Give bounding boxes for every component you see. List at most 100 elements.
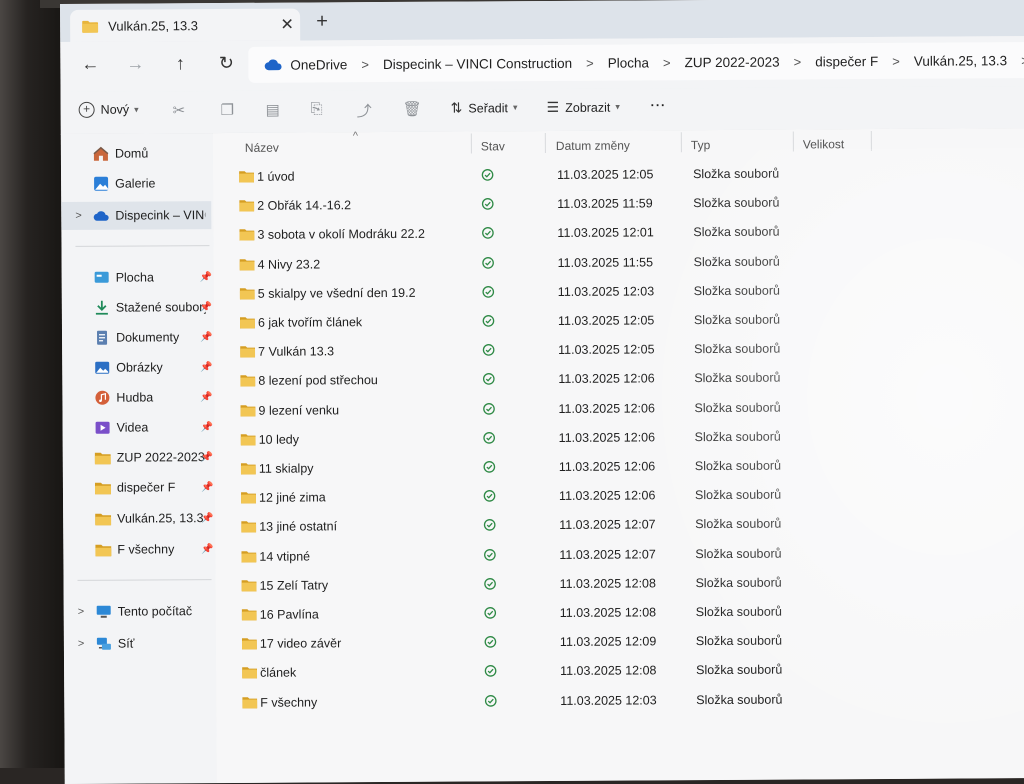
pin-icon[interactable]: 📌 <box>201 452 214 463</box>
address-bar[interactable]: OneDrive > Dispecink – VINCI Constructio… <box>248 41 1024 83</box>
sidebar-item-this-pc[interactable]: > Tento počítač <box>64 597 214 626</box>
cut-icon[interactable]: ✂ <box>173 101 186 119</box>
chevron-right-icon[interactable]: > <box>663 55 671 70</box>
share-icon[interactable]: ⤴ <box>357 100 372 121</box>
column-divider[interactable] <box>792 131 794 152</box>
table-row[interactable]: 10 ledy 11.03.2025 12:06 Složka souborů <box>215 422 835 454</box>
sidebar-item-gallery[interactable]: Galerie <box>61 169 211 198</box>
column-divider[interactable] <box>470 133 472 154</box>
table-row[interactable]: 7 Vulkán 13.3 11.03.2025 12:05 Složka soub… <box>214 334 834 366</box>
sidebar-item-pictures[interactable]: Obrázky 📌 <box>62 353 213 382</box>
file-type: Složka souborů <box>694 458 782 474</box>
home-icon <box>93 146 109 161</box>
chevron-right-icon[interactable]: > <box>794 54 802 69</box>
table-row[interactable]: 14 vtipné 11.03.2025 12:07 Složka souborů <box>215 539 835 571</box>
breadcrumb-onedrive[interactable]: OneDrive <box>290 57 347 72</box>
pin-icon[interactable]: 📌 <box>200 332 213 343</box>
tab-bar: Vulkán.25, 13.3 ✕ + <box>60 0 1024 42</box>
column-header-name[interactable]: Název <box>245 141 279 155</box>
more-options-button[interactable]: ··· <box>651 98 667 112</box>
sidebar-item-desktop[interactable]: Plocha 📌 <box>62 263 212 292</box>
file-type: Složka souborů <box>695 604 782 620</box>
table-row[interactable]: 6 jak tvořím článek 11.03.2025 12:05 Složk… <box>214 305 834 337</box>
breadcrumb-dispecer[interactable]: dispečer F <box>815 54 878 69</box>
tab-current-folder[interactable]: Vulkán.25, 13.3 ✕ <box>70 8 301 42</box>
pin-icon[interactable]: 📌 <box>201 422 214 433</box>
pictures-icon <box>95 361 110 374</box>
chevron-right-icon[interactable]: > <box>586 55 594 70</box>
download-icon <box>95 300 108 315</box>
file-date: 11.03.2025 12:01 <box>557 225 654 241</box>
column-header-date[interactable]: Datum změny <box>556 139 630 153</box>
pin-icon[interactable]: 📌 <box>200 392 213 403</box>
sidebar-item-home[interactable]: Domů <box>61 139 211 168</box>
file-name: 6 jak tvořím článek <box>257 315 363 330</box>
new-button[interactable]: + Nový ▾ <box>78 101 139 118</box>
table-row[interactable]: 2 Obřák 14.-16.2 11.03.2025 11:59 Složka s… <box>213 188 833 220</box>
sync-ok-icon <box>484 694 497 710</box>
table-row[interactable]: F všechny 11.03.2025 12:03 Složka souborů <box>216 685 836 717</box>
sidebar-divider <box>75 245 210 247</box>
column-divider[interactable] <box>544 133 546 154</box>
column-divider[interactable] <box>870 131 872 152</box>
chevron-right-icon[interactable]: > <box>78 638 85 650</box>
pin-icon[interactable]: 📌 <box>201 513 214 524</box>
view-button[interactable]: ☰ Zobrazit ▾ <box>547 99 620 116</box>
sidebar-item-music[interactable]: Hudba 📌 <box>62 383 213 412</box>
breadcrumb-zup[interactable]: ZUP 2022-2023 <box>684 54 779 70</box>
delete-icon[interactable]: 🗑 <box>403 100 422 118</box>
table-row[interactable]: 9 lezení venku 11.03.2025 12:06 Složka sou… <box>214 393 834 425</box>
sort-button[interactable]: ⇅ Seřadit ▾ <box>451 99 518 116</box>
column-header-type[interactable]: Typ <box>691 138 710 152</box>
column-header-size[interactable]: Velikost <box>803 137 844 151</box>
paste-icon[interactable]: ▤ <box>266 101 280 119</box>
sidebar-item-vulkan[interactable]: Vulkán.25, 13.3 📌 <box>63 504 214 533</box>
sidebar-item-downloads[interactable]: Stažené soubory 📌 <box>62 293 212 322</box>
sidebar-item-network[interactable]: > Síť <box>64 629 214 658</box>
breadcrumb-plocha[interactable]: Plocha <box>608 55 649 70</box>
sidebar-item-dispecer[interactable]: dispečer F 📌 <box>63 473 213 502</box>
pin-icon[interactable]: 📌 <box>200 302 213 313</box>
sidebar-item-onedrive[interactable]: > Dispecink – VINCI Construction <box>61 201 212 230</box>
file-date: 11.03.2025 12:05 <box>558 342 655 358</box>
back-button[interactable]: ← <box>78 54 102 75</box>
table-row[interactable]: 3 sobota v okolí Modráku 22.2 11.03.2025 … <box>213 218 833 250</box>
column-header-status[interactable]: Stav <box>481 139 505 153</box>
forward-button[interactable]: → <box>123 53 147 74</box>
table-row[interactable]: 16 Pavlína 11.03.2025 12:08 Složka souborů <box>216 597 836 629</box>
file-name: 17 video závěr <box>259 636 342 651</box>
sidebar-item-videos[interactable]: Videa 📌 <box>63 413 213 442</box>
chevron-right-icon[interactable]: > <box>892 53 900 68</box>
rename-icon[interactable]: ⎘ <box>311 100 323 117</box>
column-divider[interactable] <box>680 132 682 153</box>
sidebar-item-zup[interactable]: ZUP 2022-2023 📌 <box>63 443 213 472</box>
file-type: Složka souborů <box>695 633 783 649</box>
table-row[interactable]: 8 lezení pod střechou 11.03.2025 12:06 Slo… <box>214 364 834 396</box>
sidebar-item-f-vsechny[interactable]: F všechny 📌 <box>63 535 214 564</box>
pin-icon[interactable]: 📌 <box>200 272 213 283</box>
up-button[interactable]: ↑ <box>168 53 192 74</box>
chevron-right-icon[interactable]: > <box>361 57 369 72</box>
table-row[interactable]: 17 video závěr 11.03.2025 12:09 Složka sou… <box>216 626 836 658</box>
table-row[interactable]: 5 skialpy ve všední den 19.2 11.03.2025 1… <box>214 276 834 308</box>
table-row[interactable]: 1 úvod 11.03.2025 12:05 Složka souborů <box>213 159 833 191</box>
table-row[interactable]: 4 Nivy 23.2 11.03.2025 11:55 Složka soubor… <box>214 247 834 279</box>
table-row[interactable]: článek 11.03.2025 12:08 Složka souborů <box>216 656 836 688</box>
breadcrumb-vulkan[interactable]: Vulkán.25, 13.3 <box>914 53 1007 69</box>
chevron-right-icon[interactable]: > <box>78 606 85 618</box>
table-row[interactable]: 11 skialpy 11.03.2025 12:06 Složka souborů <box>215 451 835 483</box>
pin-icon[interactable]: 📌 <box>201 544 214 555</box>
close-tab-button[interactable]: ✕ <box>274 15 300 35</box>
pin-icon[interactable]: 📌 <box>201 482 214 493</box>
file-type: Složka souborů <box>694 370 781 386</box>
breadcrumb-dispecink[interactable]: Dispecink – VINCI Construction <box>383 55 572 71</box>
table-row[interactable]: 12 jiné zima 11.03.2025 12:06 Složka soubo… <box>215 480 835 512</box>
pin-icon[interactable]: 📌 <box>200 362 213 373</box>
copy-icon[interactable]: ❐ <box>221 101 235 119</box>
chevron-right-icon[interactable]: > <box>75 210 82 222</box>
sidebar-item-documents[interactable]: Dokumenty 📌 <box>62 323 213 352</box>
new-tab-button[interactable]: + <box>308 10 336 33</box>
table-row[interactable]: 15 Zelí Tatry 11.03.2025 12:08 Složka soub… <box>215 568 835 600</box>
table-row[interactable]: 13 jiné ostatní 11.03.2025 12:07 Složka so… <box>215 510 835 542</box>
refresh-button[interactable]: ↻ <box>214 53 238 74</box>
